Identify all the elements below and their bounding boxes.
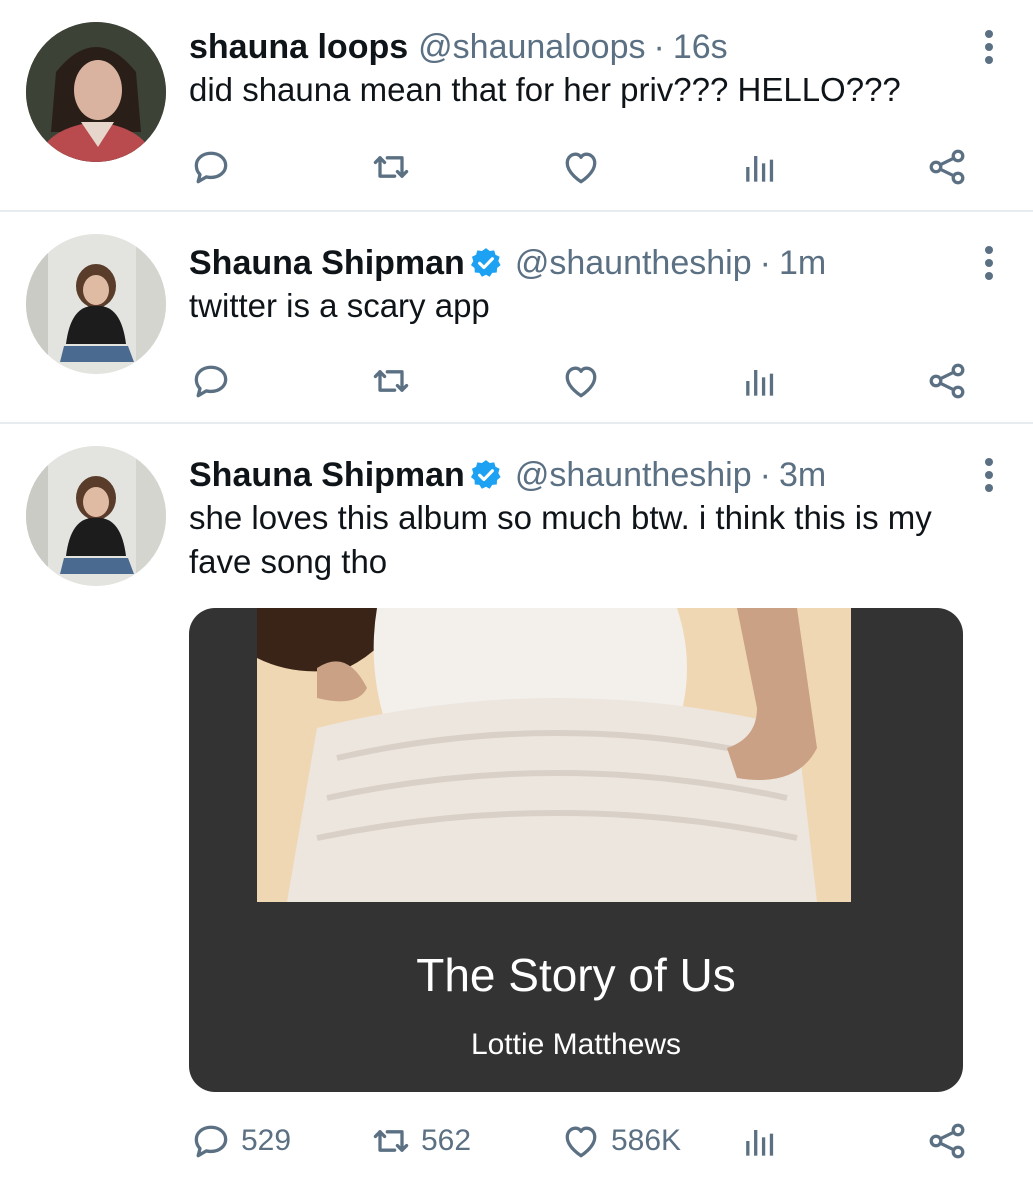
- avatar[interactable]: [26, 22, 166, 162]
- stats-button[interactable]: [737, 1116, 781, 1166]
- retweet-button[interactable]: [369, 142, 421, 192]
- timestamp[interactable]: 16s: [673, 26, 728, 68]
- timestamp[interactable]: 1m: [779, 242, 826, 284]
- tweet-actions: [189, 142, 989, 192]
- heart-icon: [559, 145, 603, 189]
- share-icon: [925, 1119, 969, 1163]
- separator: ·: [653, 28, 665, 66]
- separator: ·: [759, 456, 771, 494]
- album-art-image: [257, 608, 851, 902]
- more-vertical-icon[interactable]: [981, 30, 997, 70]
- reply-icon: [189, 145, 233, 189]
- tweet-text: twitter is a scary app: [189, 287, 490, 324]
- tweet-header: shauna loops @shaunaloops · 16s: [189, 26, 1003, 68]
- more-vertical-icon[interactable]: [981, 458, 997, 498]
- like-count: 586K: [611, 1124, 682, 1157]
- reply-button[interactable]: [189, 142, 241, 192]
- reply-count: 529: [241, 1124, 292, 1157]
- verified-badge-icon: [469, 458, 503, 492]
- timestamp[interactable]: 3m: [779, 454, 826, 496]
- retweet-button[interactable]: 562: [369, 1116, 471, 1166]
- retweet-button[interactable]: [369, 356, 421, 406]
- retweet-icon: [369, 359, 413, 403]
- separator: ·: [759, 244, 771, 282]
- tweet-actions: [189, 356, 989, 406]
- tweet-body: Shauna Shipman @shauntheship · 1m twitte…: [189, 242, 1003, 328]
- tweet-text: she loves this album so much btw. i thin…: [189, 499, 932, 580]
- like-button[interactable]: [559, 142, 611, 192]
- share-button[interactable]: [925, 1116, 969, 1166]
- tweet-header: Shauna Shipman @shauntheship · 3m: [189, 454, 1003, 496]
- more-vertical-icon[interactable]: [981, 246, 997, 286]
- reply-icon: [189, 359, 233, 403]
- username[interactable]: @shauntheship: [515, 454, 752, 496]
- avatar[interactable]: [26, 446, 166, 586]
- avatar-image: [26, 446, 166, 586]
- tweet-text: did shauna mean that for her priv??? HEL…: [189, 71, 901, 108]
- reply-icon: [189, 1119, 233, 1163]
- retweet-icon: [369, 145, 413, 189]
- stats-icon: [737, 1119, 781, 1163]
- heart-icon: [559, 1119, 603, 1163]
- like-button[interactable]: 586K: [559, 1116, 681, 1166]
- tweet-body: Shauna Shipman @shauntheship · 3m she lo…: [189, 454, 1003, 584]
- tweet[interactable]: Shauna Shipman @shauntheship · 3m she lo…: [0, 424, 1033, 1198]
- stats-button[interactable]: [737, 356, 781, 406]
- avatar-image: [26, 22, 166, 162]
- retweet-icon: [369, 1119, 413, 1163]
- song-artist: Lottie Matthews: [470, 1028, 682, 1061]
- tweet[interactable]: shauna loops @shaunaloops · 16s did shau…: [0, 0, 1033, 212]
- share-button[interactable]: [925, 142, 969, 192]
- display-name[interactable]: shauna loops: [189, 26, 408, 68]
- retweet-count: 562: [421, 1124, 472, 1157]
- username[interactable]: @shaunaloops: [418, 26, 645, 68]
- tweet-header: Shauna Shipman @shauntheship · 1m: [189, 242, 1003, 284]
- stats-icon: [737, 359, 781, 403]
- share-button[interactable]: [925, 356, 969, 406]
- timeline: shauna loops @shaunaloops · 16s did shau…: [0, 0, 1033, 1198]
- song-title: The Story of Us: [416, 949, 736, 1001]
- tweet[interactable]: Shauna Shipman @shauntheship · 1m twitte…: [0, 212, 1033, 424]
- album-art: [257, 608, 851, 902]
- reply-button[interactable]: 529: [189, 1116, 291, 1166]
- display-name[interactable]: Shauna Shipman: [189, 454, 465, 496]
- music-card[interactable]: The Story of Us Lottie Matthews: [189, 608, 963, 1092]
- verified-badge-icon: [469, 246, 503, 280]
- stats-button[interactable]: [737, 142, 781, 192]
- avatar[interactable]: [26, 234, 166, 374]
- share-icon: [925, 145, 969, 189]
- tweet-body: shauna loops @shaunaloops · 16s did shau…: [189, 26, 1003, 112]
- share-icon: [925, 359, 969, 403]
- avatar-image: [26, 234, 166, 374]
- display-name[interactable]: Shauna Shipman: [189, 242, 465, 284]
- like-button[interactable]: [559, 356, 611, 406]
- reply-button[interactable]: [189, 356, 241, 406]
- tweet-actions: 529 562 586K: [189, 1116, 989, 1166]
- heart-icon: [559, 359, 603, 403]
- username[interactable]: @shauntheship: [515, 242, 752, 284]
- stats-icon: [737, 145, 781, 189]
